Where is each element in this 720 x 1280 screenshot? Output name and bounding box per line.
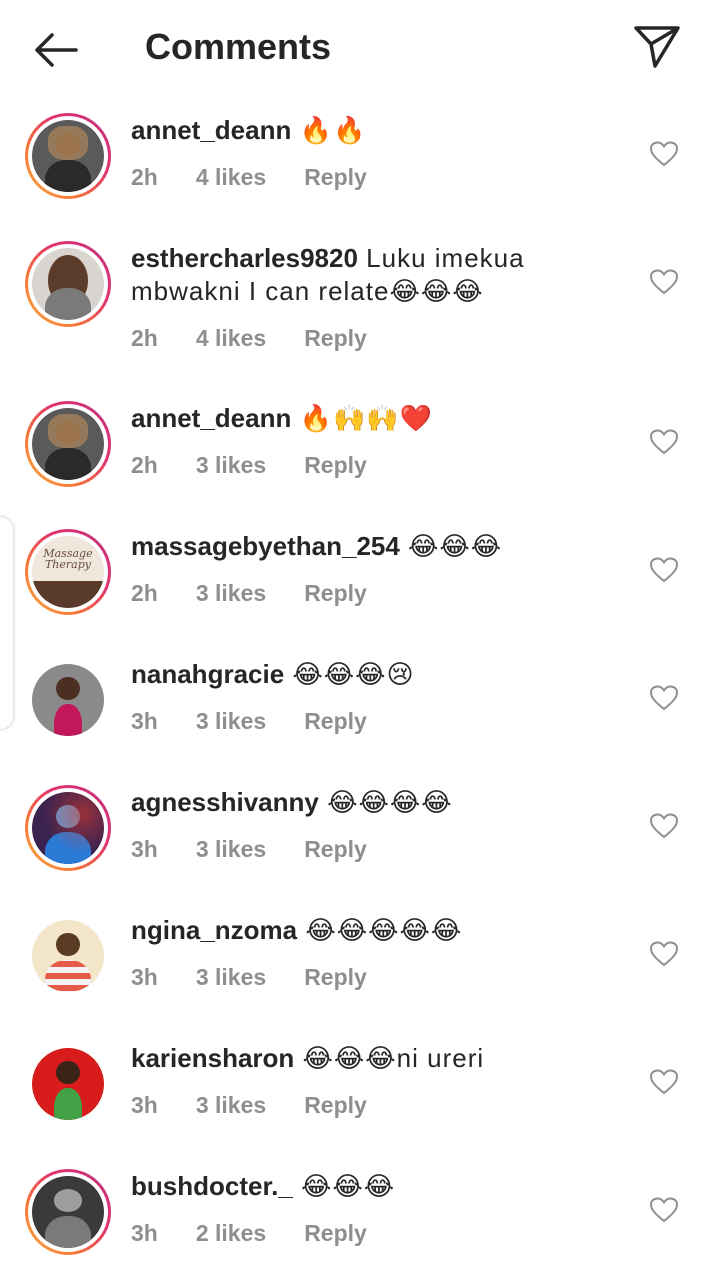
heart-icon[interactable] bbox=[650, 1197, 678, 1223]
comment-text: esthercharles9820 Luku imekua mbwakni I … bbox=[131, 242, 601, 308]
avatar[interactable] bbox=[25, 401, 111, 487]
comment-meta: 2h 4 likes Reply bbox=[131, 164, 405, 191]
username[interactable]: agnesshivanny bbox=[131, 787, 319, 817]
reply-button[interactable]: Reply bbox=[304, 1220, 367, 1246]
comment-meta: 3h 3 likes Reply bbox=[131, 964, 405, 991]
avatar-logo-text: Massage Therapy bbox=[43, 546, 93, 571]
heart-icon[interactable] bbox=[650, 141, 678, 167]
avatar[interactable] bbox=[25, 1041, 111, 1127]
heart-icon[interactable] bbox=[650, 269, 678, 295]
avatar[interactable] bbox=[25, 241, 111, 327]
heart-icon[interactable] bbox=[650, 429, 678, 455]
comment-item: agnesshivanny 😂😂😂😂 3h 3 likes Reply bbox=[0, 768, 720, 896]
timestamp: 3h bbox=[131, 1220, 158, 1246]
likes-count[interactable]: 3 likes bbox=[196, 836, 266, 862]
timestamp: 3h bbox=[131, 1092, 158, 1118]
comment-text: massagebyethan_254 😂😂😂 bbox=[131, 530, 601, 563]
comment-body: 😂😂😂😢 bbox=[284, 659, 415, 689]
comment-body: 🔥🙌🙌❤️ bbox=[291, 403, 434, 433]
timestamp: 3h bbox=[131, 964, 158, 990]
reply-button[interactable]: Reply bbox=[304, 964, 367, 990]
username[interactable]: kariensharon bbox=[131, 1043, 294, 1073]
likes-count[interactable]: 4 likes bbox=[196, 325, 266, 351]
avatar[interactable]: Massage Therapy bbox=[25, 529, 111, 615]
reply-button[interactable]: Reply bbox=[304, 452, 367, 478]
heart-icon[interactable] bbox=[650, 941, 678, 967]
comment-item: bushdocter._ 😂😂😂 3h 2 likes Reply bbox=[0, 1152, 720, 1280]
timestamp: 2h bbox=[131, 164, 158, 190]
comment-item: ngina_nzoma 😂😂😂😂😂 3h 3 likes Reply bbox=[0, 896, 720, 1024]
heart-icon[interactable] bbox=[650, 685, 678, 711]
timestamp: 2h bbox=[131, 452, 158, 478]
comment-text: annet_deann 🔥🙌🙌❤️ bbox=[131, 402, 601, 435]
header-bar: Comments bbox=[0, 0, 720, 96]
comment-item: annet_deann 🔥🔥 2h 4 likes Reply bbox=[0, 96, 720, 224]
comment-meta: 2h 4 likes Reply bbox=[131, 325, 405, 352]
avatar[interactable] bbox=[25, 785, 111, 871]
heart-icon[interactable] bbox=[650, 1069, 678, 1095]
reply-button[interactable]: Reply bbox=[304, 164, 367, 190]
reply-button[interactable]: Reply bbox=[304, 325, 367, 351]
comment-body: 🔥🔥 bbox=[291, 115, 367, 145]
username[interactable]: bushdocter._ bbox=[131, 1171, 293, 1201]
comment-body: 😂😂😂 bbox=[292, 1171, 396, 1201]
comment-text: annet_deann 🔥🔥 bbox=[131, 114, 601, 147]
username[interactable]: massagebyethan_254 bbox=[131, 531, 400, 561]
page-title: Comments bbox=[145, 26, 332, 67]
heart-icon[interactable] bbox=[650, 557, 678, 583]
likes-count[interactable]: 3 likes bbox=[196, 708, 266, 734]
username[interactable]: nanahgracie bbox=[131, 659, 284, 689]
comment-body: 😂😂😂😂 bbox=[318, 787, 453, 817]
username[interactable]: ngina_nzoma bbox=[131, 915, 297, 945]
comment-body: 😂😂😂😂😂 bbox=[297, 915, 463, 945]
avatar[interactable] bbox=[25, 1169, 111, 1255]
reply-button[interactable]: Reply bbox=[304, 580, 367, 606]
back-arrow-icon[interactable] bbox=[28, 22, 84, 78]
timestamp: 3h bbox=[131, 708, 158, 734]
comment-item: nanahgracie 😂😂😂😢 3h 3 likes Reply bbox=[0, 640, 720, 768]
username[interactable]: esthercharles9820 bbox=[131, 243, 358, 273]
timestamp: 2h bbox=[131, 580, 158, 606]
likes-count[interactable]: 3 likes bbox=[196, 452, 266, 478]
avatar[interactable] bbox=[25, 913, 111, 999]
likes-count[interactable]: 4 likes bbox=[196, 164, 266, 190]
reply-button[interactable]: Reply bbox=[304, 1092, 367, 1118]
comment-text: ngina_nzoma 😂😂😂😂😂 bbox=[131, 914, 601, 947]
comment-meta: 2h 3 likes Reply bbox=[131, 452, 405, 479]
avatar[interactable] bbox=[25, 657, 111, 743]
likes-count[interactable]: 2 likes bbox=[196, 1220, 266, 1246]
timestamp: 2h bbox=[131, 325, 158, 351]
comment-body: 😂😂😂ni ureri bbox=[294, 1043, 485, 1073]
comment-item: annet_deann 🔥🙌🙌❤️ 2h 3 likes Reply bbox=[0, 384, 720, 512]
comment-meta: 3h 3 likes Reply bbox=[131, 836, 405, 863]
comment-item: kariensharon 😂😂😂ni ureri 3h 3 likes Reply bbox=[0, 1024, 720, 1152]
comments-list: annet_deann 🔥🔥 2h 4 likes Reply estherchar… bbox=[0, 96, 720, 1280]
comment-item: Massage Therapy massagebyethan_254 😂😂😂 2… bbox=[0, 512, 720, 640]
comment-text: kariensharon 😂😂😂ni ureri bbox=[131, 1042, 601, 1075]
likes-count[interactable]: 3 likes bbox=[196, 580, 266, 606]
likes-count[interactable]: 3 likes bbox=[196, 1092, 266, 1118]
heart-icon[interactable] bbox=[650, 813, 678, 839]
comment-item: esthercharles9820 Luku imekua mbwakni I … bbox=[0, 224, 720, 384]
comment-text: agnesshivanny 😂😂😂😂 bbox=[131, 786, 601, 819]
likes-count[interactable]: 3 likes bbox=[196, 964, 266, 990]
reply-button[interactable]: Reply bbox=[304, 708, 367, 734]
username[interactable]: annet_deann bbox=[131, 403, 291, 433]
timestamp: 3h bbox=[131, 836, 158, 862]
reply-button[interactable]: Reply bbox=[304, 836, 367, 862]
comment-text: nanahgracie 😂😂😂😢 bbox=[131, 658, 601, 691]
username[interactable]: annet_deann bbox=[131, 115, 291, 145]
comment-body: 😂😂😂 bbox=[399, 531, 503, 561]
comment-meta: 2h 3 likes Reply bbox=[131, 580, 405, 607]
comment-meta: 3h 3 likes Reply bbox=[131, 1092, 405, 1119]
comment-text: bushdocter._ 😂😂😂 bbox=[131, 1170, 601, 1203]
comment-meta: 3h 3 likes Reply bbox=[131, 708, 405, 735]
direct-message-icon[interactable] bbox=[630, 22, 684, 70]
avatar[interactable] bbox=[25, 113, 111, 199]
